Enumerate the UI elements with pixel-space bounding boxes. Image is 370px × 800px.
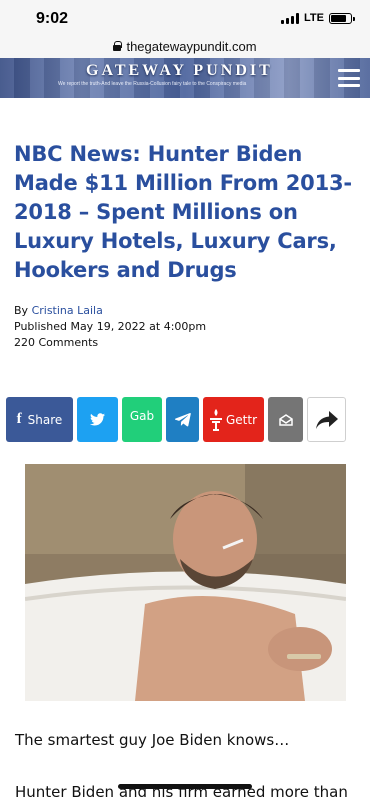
article-headline: NBC News: Hunter Biden Made $11 Million … (14, 142, 352, 282)
facebook-share-label: Share (27, 412, 63, 427)
published-date: Published May 19, 2022 at 4:00pm (14, 320, 207, 333)
share-buttons: f Share Gab Gettr (6, 397, 346, 442)
address-bar[interactable]: thegatewaypundit.com (0, 34, 370, 58)
author-link[interactable]: Cristina Laila (32, 304, 103, 317)
facebook-share-button[interactable]: f Share (6, 397, 73, 442)
article-photo (25, 464, 346, 701)
gab-share-label: Gab (129, 409, 155, 423)
status-time: 9:02 (36, 10, 69, 27)
share-arrow-icon (315, 410, 338, 429)
telegram-share-button[interactable] (166, 397, 199, 442)
article-byline: By Cristina Laila Published May 19, 2022… (14, 303, 206, 351)
comments-count[interactable]: 220 Comments (14, 335, 206, 351)
twitter-icon (90, 413, 105, 426)
battery-icon (329, 12, 355, 24)
menu-icon[interactable] (338, 69, 360, 87)
signal-icon (281, 12, 300, 24)
status-indicators: LTE (281, 12, 355, 24)
by-label: By (14, 304, 29, 317)
telegram-icon (174, 412, 191, 426)
home-indicator (118, 784, 252, 789)
email-icon (278, 413, 293, 426)
gab-share-button[interactable]: Gab (122, 397, 162, 442)
url-text[interactable]: thegatewaypundit.com (126, 39, 256, 54)
twitter-share-button[interactable] (77, 397, 118, 442)
facebook-icon: f (16, 411, 22, 427)
gettr-share-label: Gettr (226, 412, 258, 427)
article-paragraph: The smartest guy Joe Biden knows… (15, 731, 290, 749)
more-share-button[interactable] (307, 397, 346, 442)
network-type: LTE (304, 12, 324, 24)
email-share-button[interactable] (268, 397, 303, 442)
gettr-icon (210, 408, 222, 431)
author-line: By Cristina Laila (14, 303, 206, 319)
status-bar: 9:02 LTE (0, 0, 370, 34)
site-header-banner[interactable]: GATEWAY PUNDIT We report the truth-And l… (0, 58, 370, 98)
site-tagline: We report the truth-And leave the Russia… (58, 81, 247, 87)
site-logo[interactable]: GATEWAY PUNDIT (86, 62, 273, 80)
gettr-share-button[interactable]: Gettr (203, 397, 264, 442)
lock-icon (113, 41, 123, 51)
